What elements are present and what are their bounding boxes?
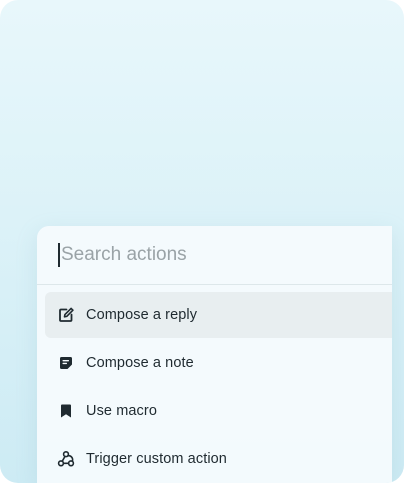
actions-list: Compose a reply Compose a note Use macro… — [45, 292, 392, 483]
action-palette: Compose a reply Compose a note — [37, 226, 392, 483]
action-label: Use macro — [86, 403, 157, 419]
bookmark-icon — [57, 402, 75, 420]
action-label: Compose a reply — [86, 307, 198, 323]
action-use-macro[interactable]: Use macro — [45, 388, 392, 434]
action-compose-note[interactable]: Compose a note — [45, 340, 392, 386]
action-trigger-custom[interactable]: Trigger custom action — [45, 436, 392, 482]
search-actions-input[interactable] — [59, 240, 381, 270]
app-background: Compose a reply Compose a note — [0, 0, 404, 483]
note-icon — [57, 354, 75, 372]
search-row — [37, 226, 392, 285]
action-compose-reply[interactable]: Compose a reply — [45, 292, 392, 338]
compose-reply-icon — [57, 306, 75, 324]
action-label: Compose a note — [86, 355, 194, 371]
webhook-icon — [57, 450, 75, 468]
action-label: Trigger custom action — [86, 451, 227, 467]
